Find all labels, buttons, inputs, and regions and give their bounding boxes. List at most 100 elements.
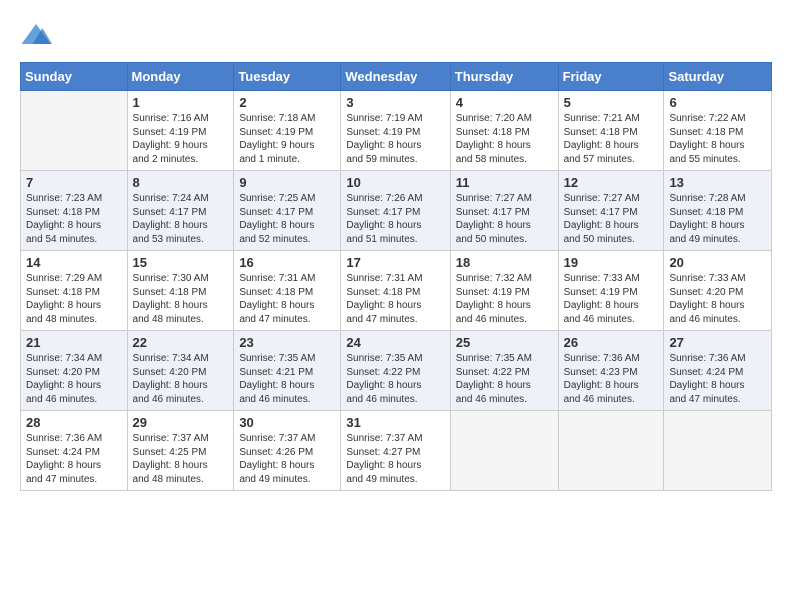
calendar-cell: 17 Sunrise: 7:31 AMSunset: 4:18 PMDayligh… [341,251,450,331]
day-info: Sunrise: 7:35 AMSunset: 4:22 PMDaylight:… [456,352,553,406]
day-number: 15 [133,255,229,270]
day-number: 13 [669,175,766,190]
calendar-cell: 12 Sunrise: 7:27 AMSunset: 4:17 PMDayligh… [558,171,664,251]
calendar-cell: 14Sunrise: 7:29 AMSunset: 4:18 PMDayligh… [21,251,128,331]
day-number: 6 [669,95,766,110]
calendar-cell: 26 Sunrise: 7:36 AMSunset: 4:23 PMDayligh… [558,331,664,411]
day-number: 2 [239,95,335,110]
day-number: 9 [239,175,335,190]
day-number: 26 [564,335,659,350]
day-info: Sunrise: 7:31 AMSunset: 4:18 PMDaylight:… [239,272,335,326]
day-info: Sunrise: 7:36 AMSunset: 4:23 PMDaylight:… [564,352,659,406]
day-info: Sunrise: 7:34 AMSunset: 4:20 PMDaylight:… [133,352,229,406]
day-info: Sunrise: 7:32 AMSunset: 4:19 PMDaylight:… [456,272,553,326]
day-number: 16 [239,255,335,270]
day-number: 17 [346,255,444,270]
day-number: 27 [669,335,766,350]
day-number: 14 [26,255,122,270]
calendar-cell: 22 Sunrise: 7:34 AMSunset: 4:20 PMDayligh… [127,331,234,411]
day-number: 10 [346,175,444,190]
day-number: 4 [456,95,553,110]
calendar-cell: 4 Sunrise: 7:20 AMSunset: 4:18 PMDaylight… [450,91,558,171]
day-info: Sunrise: 7:35 AMSunset: 4:21 PMDaylight:… [239,352,335,406]
calendar-cell: 9 Sunrise: 7:25 AMSunset: 4:17 PMDaylight… [234,171,341,251]
day-number: 1 [133,95,229,110]
day-number: 20 [669,255,766,270]
calendar-cell: 29 Sunrise: 7:37 AMSunset: 4:25 PMDayligh… [127,411,234,491]
calendar-week-row: 21 Sunrise: 7:34 AMSunset: 4:20 PMDayligh… [21,331,772,411]
calendar-cell: 27 Sunrise: 7:36 AMSunset: 4:24 PMDayligh… [664,331,772,411]
day-info: Sunrise: 7:30 AMSunset: 4:18 PMDaylight:… [133,272,229,326]
weekday-header: Friday [558,63,664,91]
day-info: Sunrise: 7:31 AMSunset: 4:18 PMDaylight:… [346,272,444,326]
calendar-cell: 15 Sunrise: 7:30 AMSunset: 4:18 PMDayligh… [127,251,234,331]
calendar-cell: 21 Sunrise: 7:34 AMSunset: 4:20 PMDayligh… [21,331,128,411]
day-info: Sunrise: 7:37 AMSunset: 4:25 PMDaylight:… [133,432,229,486]
weekday-header-row: SundayMondayTuesdayWednesdayThursdayFrid… [21,63,772,91]
day-number: 18 [456,255,553,270]
calendar-cell: 18 Sunrise: 7:32 AMSunset: 4:19 PMDayligh… [450,251,558,331]
day-number: 23 [239,335,335,350]
calendar-cell: 1 Sunrise: 7:16 AMSunset: 4:19 PMDaylight… [127,91,234,171]
calendar-cell: 28Sunrise: 7:36 AMSunset: 4:24 PMDayligh… [21,411,128,491]
calendar-cell: 13 Sunrise: 7:28 AMSunset: 4:18 PMDayligh… [664,171,772,251]
day-info: Sunrise: 7:27 AMSunset: 4:17 PMDaylight:… [456,192,553,246]
calendar-week-row: 14Sunrise: 7:29 AMSunset: 4:18 PMDayligh… [21,251,772,331]
calendar-cell: 11 Sunrise: 7:27 AMSunset: 4:17 PMDayligh… [450,171,558,251]
day-number: 22 [133,335,229,350]
day-info: Sunrise: 7:23 AMSunset: 4:18 PMDaylight:… [26,192,122,246]
calendar-cell: 3Sunrise: 7:19 AMSunset: 4:19 PMDaylight… [341,91,450,171]
day-number: 31 [346,415,444,430]
day-info: Sunrise: 7:36 AMSunset: 4:24 PMDaylight:… [26,432,122,486]
calendar-cell [450,411,558,491]
day-info: Sunrise: 7:27 AMSunset: 4:17 PMDaylight:… [564,192,659,246]
calendar-week-row: 1 Sunrise: 7:16 AMSunset: 4:19 PMDaylight… [21,91,772,171]
calendar-cell: 10 Sunrise: 7:26 AMSunset: 4:17 PMDayligh… [341,171,450,251]
day-number: 25 [456,335,553,350]
calendar-cell: 7Sunrise: 7:23 AMSunset: 4:18 PMDaylight… [21,171,128,251]
calendar-cell [558,411,664,491]
calendar-table: SundayMondayTuesdayWednesdayThursdayFrid… [20,62,772,491]
day-info: Sunrise: 7:25 AMSunset: 4:17 PMDaylight:… [239,192,335,246]
day-number: 19 [564,255,659,270]
day-info: Sunrise: 7:20 AMSunset: 4:18 PMDaylight:… [456,112,553,166]
day-info: Sunrise: 7:33 AMSunset: 4:20 PMDaylight:… [669,272,766,326]
day-number: 30 [239,415,335,430]
calendar-cell: 25 Sunrise: 7:35 AMSunset: 4:22 PMDayligh… [450,331,558,411]
calendar-cell: 8Sunrise: 7:24 AMSunset: 4:17 PMDaylight… [127,171,234,251]
day-info: Sunrise: 7:37 AMSunset: 4:26 PMDaylight:… [239,432,335,486]
weekday-header: Tuesday [234,63,341,91]
day-info: Sunrise: 7:18 AMSunset: 4:19 PMDaylight:… [239,112,335,166]
day-info: Sunrise: 7:16 AMSunset: 4:19 PMDaylight:… [133,112,229,166]
weekday-header: Sunday [21,63,128,91]
weekday-header: Thursday [450,63,558,91]
day-info: Sunrise: 7:35 AMSunset: 4:22 PMDaylight:… [346,352,444,406]
day-number: 11 [456,175,553,190]
day-info: Sunrise: 7:26 AMSunset: 4:17 PMDaylight:… [346,192,444,246]
day-number: 21 [26,335,122,350]
calendar-cell: 16 Sunrise: 7:31 AMSunset: 4:18 PMDayligh… [234,251,341,331]
weekday-header: Monday [127,63,234,91]
calendar-cell [21,91,128,171]
calendar-cell: 5 Sunrise: 7:21 AMSunset: 4:18 PMDaylight… [558,91,664,171]
calendar-cell: 30 Sunrise: 7:37 AMSunset: 4:26 PMDayligh… [234,411,341,491]
day-info: Sunrise: 7:34 AMSunset: 4:20 PMDaylight:… [26,352,122,406]
day-info: Sunrise: 7:28 AMSunset: 4:18 PMDaylight:… [669,192,766,246]
day-number: 24 [346,335,444,350]
calendar-cell: 20 Sunrise: 7:33 AMSunset: 4:20 PMDayligh… [664,251,772,331]
logo-icon [20,20,52,52]
calendar-cell: 24 Sunrise: 7:35 AMSunset: 4:22 PMDayligh… [341,331,450,411]
day-info: Sunrise: 7:21 AMSunset: 4:18 PMDaylight:… [564,112,659,166]
day-number: 5 [564,95,659,110]
day-info: Sunrise: 7:24 AMSunset: 4:17 PMDaylight:… [133,192,229,246]
day-info: Sunrise: 7:36 AMSunset: 4:24 PMDaylight:… [669,352,766,406]
day-number: 29 [133,415,229,430]
day-number: 3 [346,95,444,110]
weekday-header: Wednesday [341,63,450,91]
day-info: Sunrise: 7:22 AMSunset: 4:18 PMDaylight:… [669,112,766,166]
page-header [20,20,772,52]
day-info: Sunrise: 7:33 AMSunset: 4:19 PMDaylight:… [564,272,659,326]
calendar-cell: 23 Sunrise: 7:35 AMSunset: 4:21 PMDayligh… [234,331,341,411]
calendar-cell: 19 Sunrise: 7:33 AMSunset: 4:19 PMDayligh… [558,251,664,331]
day-number: 12 [564,175,659,190]
